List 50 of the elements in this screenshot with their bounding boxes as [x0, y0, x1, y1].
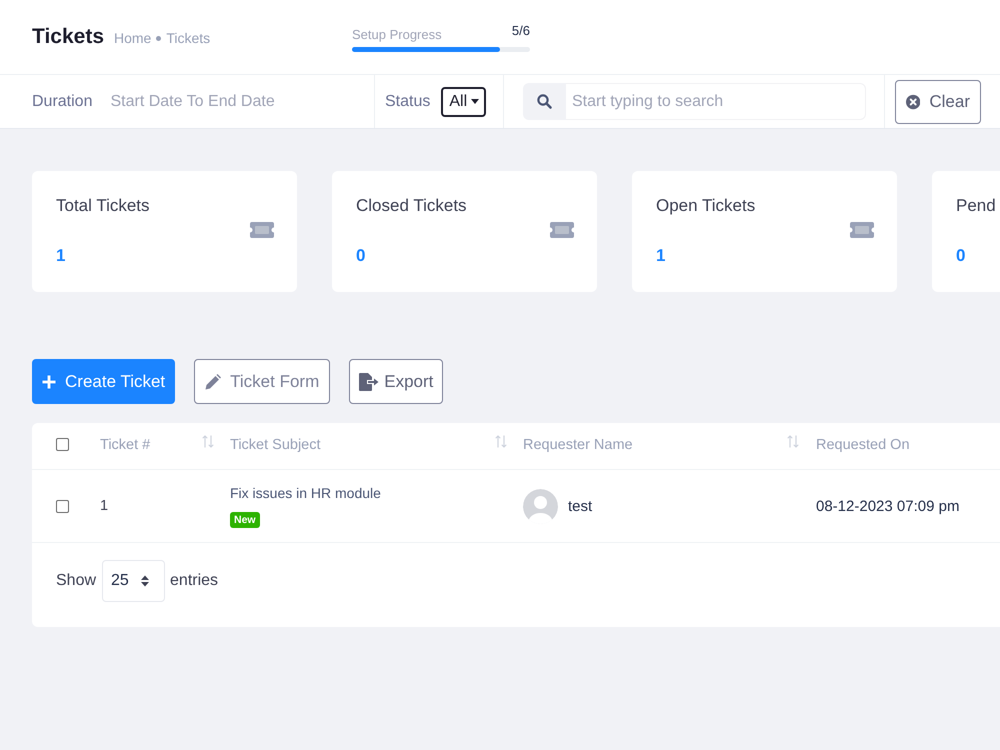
status-label: Status	[385, 92, 430, 110]
stat-value: 1	[656, 246, 666, 266]
date-range-field[interactable]: Start Date To End Date	[110, 92, 330, 110]
ticket-icon	[550, 222, 574, 238]
stat-title: Pend	[956, 196, 996, 216]
breadcrumb-current: Tickets	[166, 30, 210, 46]
create-ticket-button[interactable]: Create Ticket	[32, 359, 176, 404]
search-field[interactable]: Start typing to search	[566, 83, 866, 120]
sort-icon[interactable]	[787, 434, 799, 448]
duration-label: Duration	[32, 92, 92, 110]
stat-title: Open Tickets	[656, 196, 756, 216]
show-label: Show	[56, 572, 96, 590]
sort-icon[interactable]	[495, 434, 507, 448]
up-down-caret-icon	[140, 575, 149, 587]
ticket-icon	[250, 222, 274, 238]
close-circle-icon	[906, 94, 920, 110]
stat-value: 0	[356, 246, 366, 266]
requested-date: 08-12-2023 07:09 pm	[816, 498, 960, 514]
column-header: Requested On	[816, 437, 910, 453]
stat-value: 1	[56, 246, 66, 266]
ticket-subject: Fix issues in HR module	[230, 484, 381, 500]
ticket-form-button[interactable]: Ticket Form	[194, 359, 330, 404]
ticket-icon	[850, 222, 874, 238]
column-header: Ticket Subject	[230, 437, 321, 453]
ticket-number: 1	[100, 498, 108, 514]
export-button[interactable]: Export	[349, 359, 444, 404]
status-select[interactable]: All	[441, 86, 486, 116]
clear-button[interactable]: Clear	[895, 80, 981, 124]
entries-label: entries	[170, 572, 218, 590]
file-export-icon	[359, 372, 380, 390]
stat-title: Total Tickets	[56, 196, 150, 216]
separator-dot-icon	[156, 36, 162, 40]
caret-icon	[471, 99, 480, 104]
row-checkbox[interactable]	[56, 500, 69, 512]
progress-reading: 5/6	[512, 22, 530, 40]
select-all-checkbox[interactable]	[56, 438, 69, 450]
requester-name: test	[568, 498, 592, 514]
stat-value: 0	[956, 246, 966, 266]
stat-title: Closed Tickets	[356, 196, 467, 216]
page-title: Tickets	[32, 25, 104, 49]
status-badge: New	[230, 512, 260, 528]
pencil-icon	[205, 374, 222, 390]
plus-icon	[42, 374, 56, 388]
sort-icon[interactable]	[202, 434, 214, 448]
column-header: Requester Name	[523, 437, 633, 453]
column-header: Ticket #	[100, 437, 150, 453]
avatar-icon	[523, 488, 558, 524]
progress-label: Setup Progress	[352, 26, 442, 42]
search-icon	[523, 83, 566, 120]
page-size-select[interactable]: 25	[102, 560, 166, 602]
